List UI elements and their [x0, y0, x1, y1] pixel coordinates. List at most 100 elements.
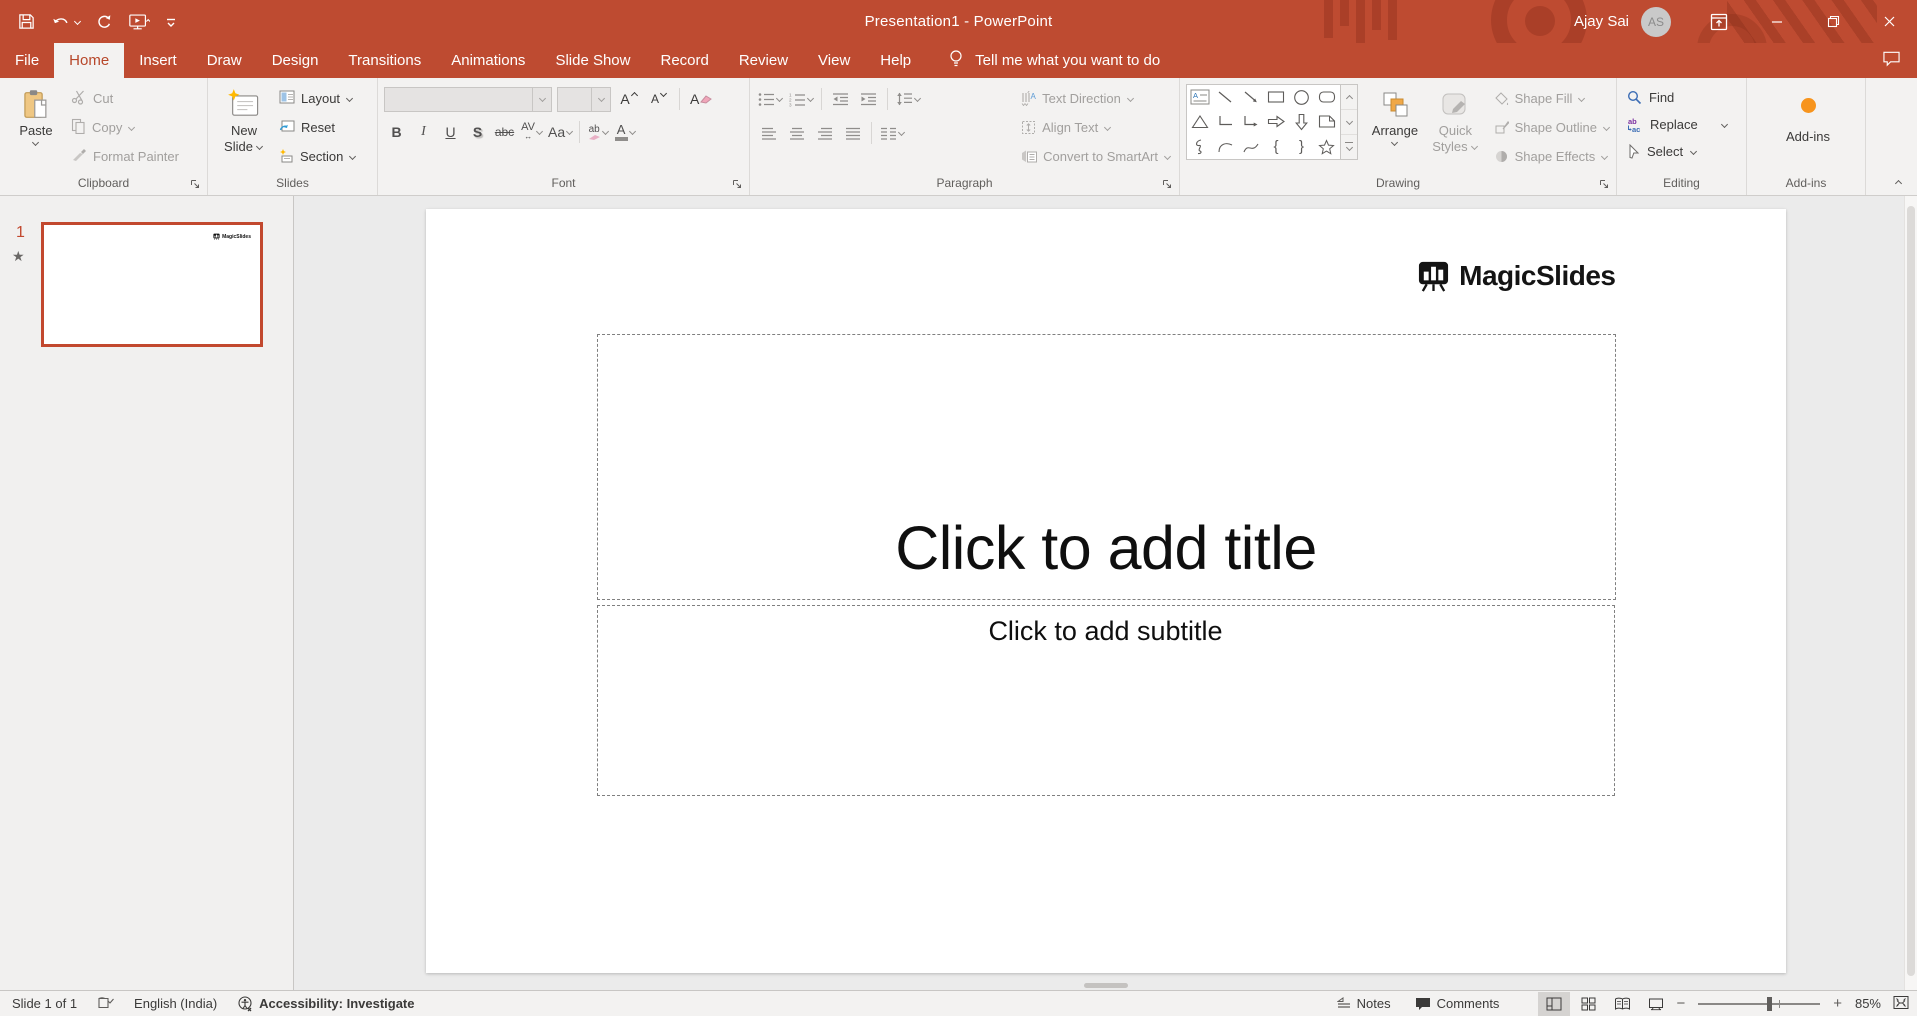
minimize-icon[interactable]	[1749, 0, 1805, 43]
align-center-button[interactable]	[784, 120, 809, 146]
avatar[interactable]: AS	[1641, 6, 1671, 37]
tab-animations[interactable]: Animations	[436, 43, 540, 78]
increase-font-size-button[interactable]: A	[616, 86, 641, 112]
shape-scribble-icon[interactable]	[1188, 135, 1212, 158]
tab-file[interactable]: File	[0, 43, 54, 78]
tab-insert[interactable]: Insert	[124, 43, 192, 78]
font-color-button[interactable]: A	[612, 119, 637, 145]
zoom-slider[interactable]	[1698, 996, 1821, 1011]
shape-triangle-icon[interactable]	[1188, 110, 1212, 133]
text-shadow-button[interactable]: S	[465, 119, 490, 145]
zoom-in-icon[interactable]: +	[1830, 995, 1845, 1012]
font-size-dropdown-icon[interactable]	[591, 87, 610, 111]
copy-button[interactable]: Copy	[66, 113, 184, 142]
shape-text-box-icon[interactable]: A	[1188, 86, 1212, 109]
shape-fill-button[interactable]: Shape Fill	[1489, 84, 1614, 113]
underline-button[interactable]: U	[438, 119, 463, 145]
tab-home[interactable]: Home	[54, 43, 125, 78]
redo-icon[interactable]	[95, 13, 113, 31]
line-spacing-button[interactable]	[894, 86, 922, 112]
undo-icon[interactable]	[51, 13, 80, 31]
title-placeholder[interactable]: Click to add title	[596, 334, 1616, 600]
replace-button[interactable]: ab ac Replace	[1623, 111, 1744, 138]
numbering-button[interactable]: 123	[787, 86, 815, 112]
tell-me-box[interactable]: Tell me what you want to do	[948, 43, 1160, 78]
tab-record[interactable]: Record	[645, 43, 723, 78]
slide-thumbnail[interactable]: MagicSlides	[41, 222, 263, 347]
shape-oval-icon[interactable]	[1290, 86, 1314, 109]
shape-curve-icon[interactable]	[1239, 135, 1263, 158]
slide-indicator[interactable]: Slide 1 of 1	[12, 996, 77, 1011]
paste-button[interactable]: Paste	[6, 84, 66, 147]
restore-icon[interactable]	[1805, 0, 1861, 43]
user-name[interactable]: Ajay Sai	[1574, 13, 1629, 30]
layout-button[interactable]: Layout	[274, 84, 362, 113]
shape-right-arrow-icon[interactable]	[1264, 110, 1288, 133]
zoom-level[interactable]: 85%	[1855, 996, 1881, 1011]
shape-down-arrow-icon[interactable]	[1290, 110, 1314, 133]
new-slide-button[interactable]: New Slide	[214, 84, 274, 155]
font-dialog-launcher-icon[interactable]	[730, 177, 744, 191]
align-right-button[interactable]	[812, 120, 837, 146]
format-painter-button[interactable]: Format Painter	[66, 142, 184, 171]
justify-button[interactable]	[840, 120, 865, 146]
language-selector[interactable]: English (India)	[134, 996, 217, 1011]
change-case-button[interactable]: Aa	[546, 119, 574, 145]
zoom-slider-thumb[interactable]	[1766, 996, 1772, 1011]
find-button[interactable]: Find	[1623, 84, 1744, 111]
shape-right-brace-icon[interactable]: }	[1290, 135, 1314, 158]
decrease-font-size-button[interactable]: A	[646, 86, 671, 112]
shape-outline-button[interactable]: Shape Outline	[1489, 113, 1614, 142]
spellcheck-icon[interactable]	[97, 996, 114, 1011]
shape-rectangle-icon[interactable]	[1264, 86, 1288, 109]
comments-button[interactable]: Comments	[1403, 992, 1512, 1016]
convert-to-smartart-button[interactable]: Convert to SmartArt	[1016, 142, 1175, 171]
shape-gallery-more-icon[interactable]	[1340, 135, 1357, 159]
clear-formatting-button[interactable]: A	[688, 86, 714, 112]
cut-button[interactable]: Cut	[66, 84, 184, 113]
tab-design[interactable]: Design	[257, 43, 334, 78]
addins-button[interactable]: Add-ins	[1773, 84, 1843, 145]
tab-slide-show[interactable]: Slide Show	[540, 43, 645, 78]
collapse-ribbon-icon[interactable]	[1895, 176, 1905, 191]
slide-sorter-button[interactable]	[1572, 992, 1604, 1016]
arrange-button[interactable]: Arrange	[1366, 84, 1425, 147]
drawing-dialog-launcher-icon[interactable]	[1597, 177, 1611, 191]
slide[interactable]: MagicSlides Click to add title Click to …	[425, 209, 1786, 973]
columns-button[interactable]	[878, 120, 906, 146]
vertical-scrollbar[interactable]	[1904, 196, 1917, 990]
comment-icon[interactable]	[1882, 50, 1901, 72]
font-size-combobox[interactable]	[557, 86, 611, 112]
font-name-dropdown-icon[interactable]	[532, 87, 551, 111]
vertical-scrollbar-thumb[interactable]	[1907, 206, 1915, 976]
shape-rounded-rectangle-icon[interactable]	[1315, 86, 1339, 109]
animation-star-icon[interactable]: ★	[12, 248, 25, 265]
tab-transitions[interactable]: Transitions	[333, 43, 436, 78]
align-text-button[interactable]: Align Text	[1016, 113, 1175, 142]
normal-view-button[interactable]	[1538, 991, 1571, 1016]
fit-to-window-icon[interactable]	[1893, 995, 1909, 1013]
italic-button[interactable]: I	[411, 119, 436, 145]
bold-button[interactable]: B	[384, 119, 409, 145]
bullets-button[interactable]	[756, 86, 784, 112]
decrease-indent-button[interactable]	[828, 86, 853, 112]
quick-styles-button[interactable]: Quick Styles	[1424, 84, 1486, 155]
paragraph-dialog-launcher-icon[interactable]	[1160, 177, 1174, 191]
text-direction-button[interactable]: A Text Direction	[1016, 84, 1175, 113]
clipboard-dialog-launcher-icon[interactable]	[188, 177, 202, 191]
strikethrough-button[interactable]: abc	[492, 119, 517, 145]
shape-snip-corner-rectangle-icon[interactable]	[1315, 110, 1339, 133]
tab-review[interactable]: Review	[724, 43, 803, 78]
ribbon-display-options-icon[interactable]	[1697, 0, 1741, 43]
font-name-combobox[interactable]	[384, 86, 552, 112]
save-icon[interactable]	[17, 12, 36, 31]
shape-star-icon[interactable]	[1315, 135, 1339, 158]
accessibility-checker[interactable]: Accessibility: Investigate	[237, 995, 415, 1012]
shape-line-icon[interactable]	[1213, 86, 1237, 109]
section-button[interactable]: Section	[274, 142, 362, 171]
tab-draw[interactable]: Draw	[192, 43, 257, 78]
subtitle-placeholder[interactable]: Click to add subtitle	[596, 605, 1615, 796]
shape-gallery-scroll-up-icon[interactable]	[1340, 85, 1357, 110]
reading-view-button[interactable]	[1606, 992, 1638, 1016]
increase-indent-button[interactable]	[856, 86, 881, 112]
